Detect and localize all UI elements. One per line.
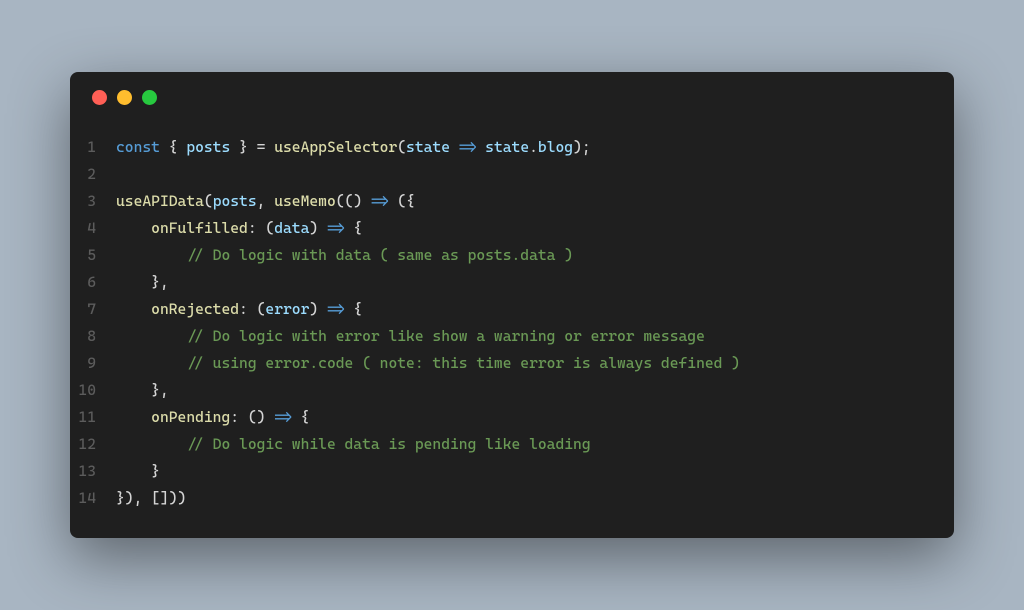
code-content: } [116, 458, 160, 485]
token-punct: } [116, 462, 160, 480]
code-content: // Do logic with error like show a warni… [116, 323, 705, 350]
token-punct: ) [309, 300, 327, 318]
token-param: state [406, 138, 459, 156]
token-punct: { [301, 408, 310, 426]
token-punct: } [239, 138, 257, 156]
line-number: 9 [70, 350, 116, 377]
token-param: error [265, 300, 309, 318]
token-kw: => [371, 192, 397, 210]
code-line: 3useAPIData(posts, useMemo(() => ({ [70, 188, 954, 215]
code-content: const { posts } = useAppSelector(state =… [116, 134, 591, 161]
code-line: 1const { posts } = useAppSelector(state … [70, 134, 954, 161]
code-area: 1const { posts } = useAppSelector(state … [70, 122, 954, 538]
token-fn: useAppSelector [274, 138, 397, 156]
code-line: 5 // Do logic with data ( same as posts.… [70, 242, 954, 269]
code-content: }), [])) [116, 485, 186, 512]
code-content: // using error.code ( note: this time er… [116, 350, 740, 377]
code-line: 9 // using error.code ( note: this time … [70, 350, 954, 377]
token-plain [116, 300, 151, 318]
token-plain [116, 354, 186, 372]
token-punct: { [353, 219, 362, 237]
code-line: 4 onFulfilled: (data) => { [70, 215, 954, 242]
line-number: 5 [70, 242, 116, 269]
token-prop: onRejected [151, 300, 239, 318]
code-content: }, [116, 269, 169, 296]
line-number: 2 [70, 161, 116, 188]
token-punct: ) [309, 219, 327, 237]
token-fn: useAPIData [116, 192, 204, 210]
token-comment: // Do logic while data is pending like l… [186, 435, 590, 453]
token-punct: ( [204, 192, 213, 210]
token-fn: useMemo [274, 192, 336, 210]
line-number: 3 [70, 188, 116, 215]
token-comment: // Do logic with data ( same as posts.da… [186, 246, 573, 264]
token-punct: (() [336, 192, 371, 210]
token-plain [116, 435, 186, 453]
token-punct: }), [])) [116, 489, 186, 507]
token-punct: { [169, 138, 187, 156]
token-punct: ); [573, 138, 591, 156]
token-kw: const [116, 138, 169, 156]
minimize-icon[interactable] [117, 90, 132, 105]
token-punct: ( [397, 138, 406, 156]
code-line: 8 // Do logic with error like show a war… [70, 323, 954, 350]
token-op: = [257, 138, 275, 156]
token-comment: // using error.code ( note: this time er… [186, 354, 740, 372]
token-param: data [274, 219, 309, 237]
code-line: 12 // Do logic while data is pending lik… [70, 431, 954, 458]
line-number: 10 [70, 377, 116, 404]
line-number: 6 [70, 269, 116, 296]
code-line: 11 onPending: () => { [70, 404, 954, 431]
code-content: // Do logic with data ( same as posts.da… [116, 242, 573, 269]
token-plain [116, 219, 151, 237]
code-line: 2 [70, 161, 954, 188]
token-kw: => [274, 408, 300, 426]
code-content: onFulfilled: (data) => { [116, 215, 362, 242]
token-prop: onFulfilled [151, 219, 248, 237]
token-kw: => [327, 219, 353, 237]
line-number: 13 [70, 458, 116, 485]
token-punct: ({ [397, 192, 415, 210]
code-content: onPending: () => { [116, 404, 309, 431]
maximize-icon[interactable] [142, 90, 157, 105]
line-number: 1 [70, 134, 116, 161]
token-kw: => [327, 300, 353, 318]
line-number: 4 [70, 215, 116, 242]
line-number: 7 [70, 296, 116, 323]
code-line: 7 onRejected: (error) => { [70, 296, 954, 323]
code-content: useAPIData(posts, useMemo(() => ({ [116, 188, 415, 215]
token-punct: }, [116, 273, 169, 291]
token-punct: : ( [239, 300, 265, 318]
code-content: }, [116, 377, 169, 404]
token-param: blog [538, 138, 573, 156]
code-line: 6 }, [70, 269, 954, 296]
token-punct: }, [116, 381, 169, 399]
token-plain [116, 408, 151, 426]
line-number: 14 [70, 485, 116, 512]
code-window: 1const { posts } = useAppSelector(state … [70, 72, 954, 538]
code-line: 14}), [])) [70, 485, 954, 512]
token-param: state [485, 138, 529, 156]
line-number: 8 [70, 323, 116, 350]
token-punct: , [257, 192, 275, 210]
token-var: posts [213, 192, 257, 210]
code-content: onRejected: (error) => { [116, 296, 362, 323]
code-line: 10 }, [70, 377, 954, 404]
token-punct: { [353, 300, 362, 318]
token-punct: : ( [248, 219, 274, 237]
token-comment: // Do logic with error like show a warni… [186, 327, 705, 345]
code-line: 13 } [70, 458, 954, 485]
line-number: 11 [70, 404, 116, 431]
token-kw: => [459, 138, 485, 156]
titlebar [70, 72, 954, 122]
token-var: posts [186, 138, 239, 156]
close-icon[interactable] [92, 90, 107, 105]
token-punct: . [529, 138, 538, 156]
token-punct: : () [230, 408, 274, 426]
token-plain [116, 246, 186, 264]
token-prop: onPending [151, 408, 230, 426]
line-number: 12 [70, 431, 116, 458]
token-plain [116, 327, 186, 345]
code-content: // Do logic while data is pending like l… [116, 431, 591, 458]
